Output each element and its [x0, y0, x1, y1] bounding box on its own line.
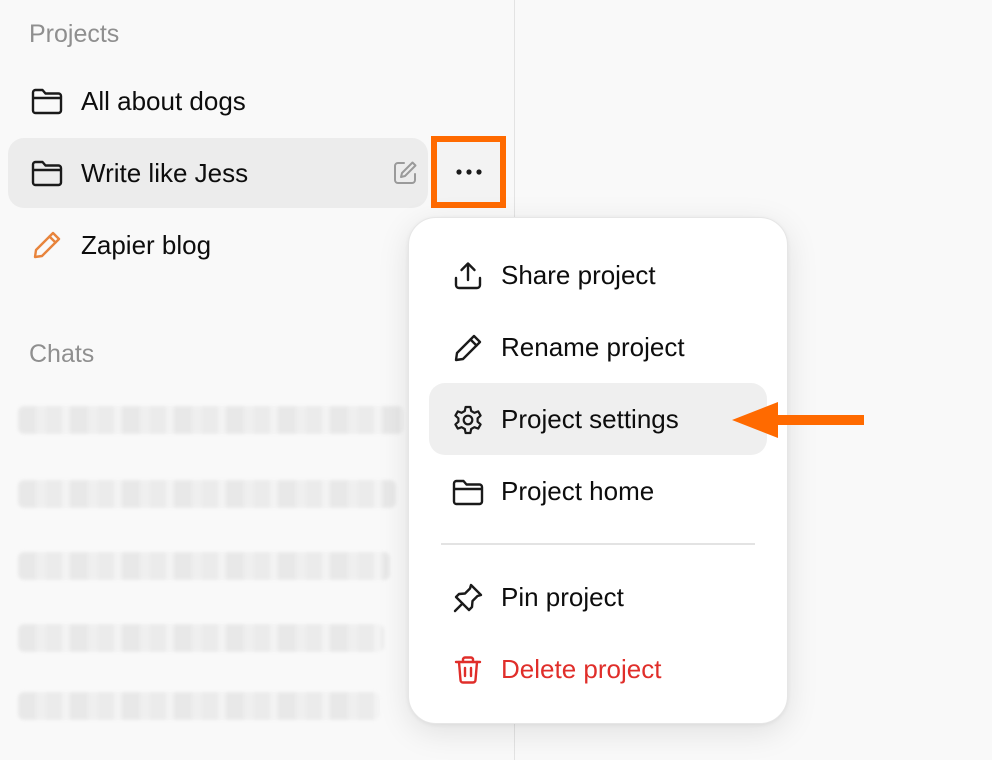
chat-item-redacted[interactable]: [18, 406, 404, 434]
project-label: All about dogs: [81, 86, 246, 116]
more-options-button[interactable]: [431, 136, 506, 208]
projects-section-title: Projects: [29, 20, 120, 48]
gear-icon: [451, 403, 485, 437]
chats-section-title: Chats: [29, 340, 95, 368]
pin-icon: [451, 581, 485, 615]
ellipsis-icon: [455, 169, 482, 175]
project-item-all-about-dogs[interactable]: All about dogs: [8, 66, 428, 136]
menu-item-label: Share project: [501, 260, 656, 290]
menu-item-project-home[interactable]: Project home: [429, 455, 767, 527]
menu-item-rename-project[interactable]: Rename project: [429, 311, 767, 383]
menu-item-project-settings[interactable]: Project settings: [429, 383, 767, 455]
menu-item-label: Rename project: [501, 332, 685, 362]
menu-item-share-project[interactable]: Share project: [429, 239, 767, 311]
menu-item-label: Project settings: [501, 404, 679, 434]
pencil-icon: [30, 230, 64, 260]
share-icon: [451, 259, 485, 293]
chat-item-redacted[interactable]: [18, 624, 384, 652]
chat-item-redacted[interactable]: [18, 692, 380, 720]
project-item-write-like-jess[interactable]: Write like Jess: [8, 138, 428, 208]
project-item-zapier-blog[interactable]: Zapier blog: [8, 210, 428, 280]
menu-item-pin-project[interactable]: Pin project: [429, 561, 767, 633]
menu-item-label: Pin project: [501, 582, 624, 612]
pencil-icon: [451, 331, 485, 365]
annotation-arrow-icon: [732, 402, 864, 438]
chat-item-redacted[interactable]: [18, 552, 390, 580]
project-context-menu: Share project Rename project Project set…: [408, 217, 788, 724]
trash-icon: [451, 653, 485, 687]
menu-item-label: Project home: [501, 476, 655, 506]
folder-icon: [30, 158, 64, 188]
menu-item-label: Delete project: [501, 654, 662, 684]
edit-icon[interactable]: [390, 158, 420, 188]
folder-icon: [30, 86, 64, 116]
chat-item-redacted[interactable]: [18, 480, 396, 508]
project-label: Write like Jess: [81, 158, 249, 188]
project-label: Zapier blog: [81, 230, 212, 260]
menu-item-delete-project[interactable]: Delete project: [429, 633, 767, 705]
menu-divider: [441, 543, 755, 545]
folder-icon: [451, 475, 485, 509]
